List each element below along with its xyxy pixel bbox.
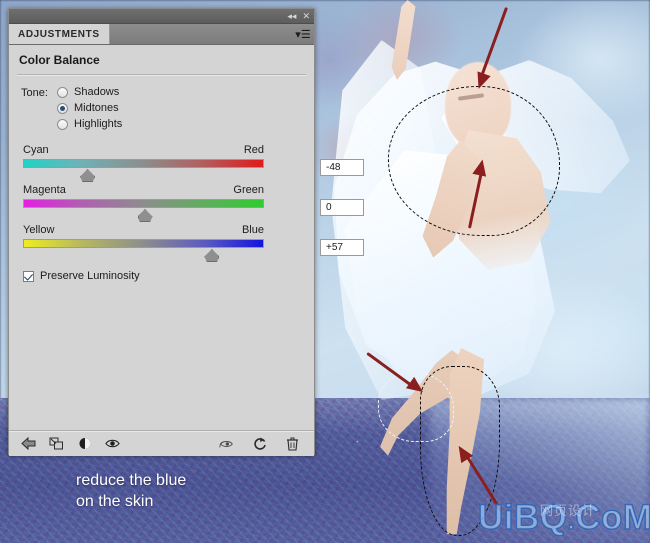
- color-balance-sliders: Cyan Red -48 Magenta Green 0 Yellow Blue…: [9, 130, 364, 262]
- panel-tab-bar: ADJUSTMENTS ▾☰: [9, 24, 314, 45]
- radio-highlights-label: Highlights: [74, 118, 123, 130]
- panel-body: Color Balance Tone: Shadows Midtones Hig…: [9, 45, 364, 456]
- panel-title: Color Balance: [19, 53, 100, 67]
- collapse-panel-icon[interactable]: ◂◂: [287, 11, 296, 21]
- radio-shadows-icon[interactable]: [57, 86, 68, 98]
- slider-magenta-green: Magenta Green 0: [9, 174, 364, 222]
- label-magenta: Magenta: [23, 184, 66, 196]
- label-cyan: Cyan: [23, 144, 49, 156]
- radio-shadows-label: Shadows: [74, 86, 120, 98]
- tone-section: Tone: Shadows Midtones Highlights: [9, 76, 314, 130]
- preserve-luminosity-checkbox[interactable]: [23, 270, 34, 282]
- delete-adjustment-layer-icon[interactable]: [285, 436, 300, 451]
- reset-adjustment-icon[interactable]: [252, 436, 267, 451]
- slider-magenta-green-value[interactable]: 0: [320, 199, 364, 216]
- footer-left-icons: [9, 436, 120, 451]
- radio-highlights-icon[interactable]: [57, 118, 68, 130]
- instruction-caption: reduce the blue on the skin: [76, 472, 187, 510]
- slider-yellow-blue-handle[interactable]: [204, 249, 220, 262]
- slider-yellow-blue-labels: Yellow Blue: [23, 224, 264, 236]
- tab-bar-filler: [110, 24, 292, 44]
- watermark-subtext: 网页设计: [540, 504, 597, 519]
- radio-midtones-label: Midtones: [74, 102, 119, 114]
- radio-option-shadows[interactable]: Shadows: [57, 86, 122, 98]
- panel-menu-icon[interactable]: ▾☰: [292, 24, 314, 44]
- label-green: Green: [233, 184, 264, 196]
- radio-midtones-icon[interactable]: [57, 102, 68, 114]
- slider-magenta-green-labels: Magenta Green: [23, 184, 264, 196]
- slider-cyan-red-labels: Cyan Red: [23, 144, 264, 156]
- slider-yellow-blue-value[interactable]: +57: [320, 239, 364, 256]
- tone-label: Tone:: [21, 87, 48, 99]
- return-to-adjustment-list-icon[interactable]: [21, 436, 36, 451]
- view-previous-state-icon[interactable]: [219, 436, 234, 451]
- clip-to-layer-icon[interactable]: [49, 436, 64, 451]
- slider-cyan-red-track[interactable]: [23, 159, 264, 182]
- slider-yellow-blue: Yellow Blue +57: [9, 214, 364, 262]
- slider-cyan-red-value[interactable]: -48: [320, 159, 364, 176]
- label-yellow: Yellow: [23, 224, 55, 236]
- tone-radio-group: Shadows Midtones Highlights: [57, 86, 122, 130]
- adjustments-panel: ◂◂ ✕ ADJUSTMENTS ▾☰ Color Balance Tone: …: [8, 8, 364, 456]
- label-blue: Blue: [241, 224, 264, 236]
- radio-option-midtones[interactable]: Midtones: [57, 102, 122, 114]
- preserve-luminosity-label: Preserve Luminosity: [40, 270, 140, 282]
- preserve-luminosity-row[interactable]: Preserve Luminosity: [9, 254, 314, 282]
- panel-footer-toolbar: [9, 430, 314, 456]
- toggle-layer-mask-icon[interactable]: [77, 436, 92, 451]
- radio-option-highlights[interactable]: Highlights: [57, 118, 122, 130]
- slider-yellow-blue-track[interactable]: [23, 239, 264, 262]
- tab-adjustments[interactable]: ADJUSTMENTS: [9, 24, 110, 44]
- slider-cyan-red: Cyan Red -48: [9, 144, 364, 182]
- panel-titlebar[interactable]: ◂◂ ✕: [9, 9, 314, 24]
- close-panel-icon[interactable]: ✕: [302, 11, 310, 21]
- screenshot-root: reduce the blue on the skin UiBQ.CoM 网页设…: [0, 0, 650, 543]
- slider-magenta-green-track[interactable]: [23, 199, 264, 222]
- toggle-layer-visibility-icon[interactable]: [105, 436, 120, 451]
- label-red: Red: [243, 144, 264, 156]
- footer-right-icons: [219, 436, 314, 451]
